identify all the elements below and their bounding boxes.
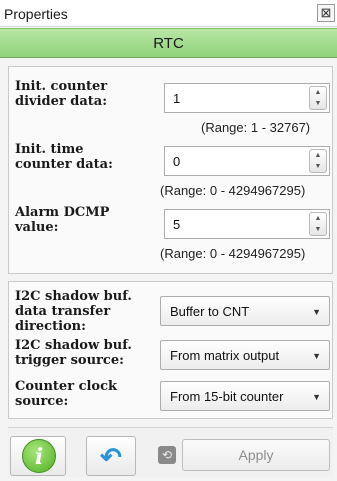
spin-down-icon[interactable]: ▼ — [310, 161, 326, 172]
init-time-counter-spinbox[interactable]: 0 ▲ ▼ — [164, 146, 330, 176]
spin-buttons[interactable]: ▲ ▼ — [309, 149, 327, 173]
apply-button[interactable]: Apply — [182, 439, 330, 471]
alarm-dcmp-value: 5 — [173, 217, 181, 232]
undo-button[interactable]: ↶ — [86, 436, 136, 476]
counter-settings-section: Init. counter divider data: 1 ▲ ▼ (Range:… — [8, 66, 333, 274]
init-counter-divider-value: 1 — [173, 91, 181, 106]
alarm-dcmp-label: Alarm DCMP value: — [15, 205, 110, 235]
i2c-transfer-direction-label: I2C shadow buf. data transfer direction: — [15, 289, 132, 334]
alarm-dcmp-spinbox[interactable]: 5 ▲ ▼ — [164, 209, 330, 239]
i2c-trigger-source-dropdown[interactable]: From matrix output ▼ — [160, 340, 330, 370]
spin-buttons[interactable]: ▲ ▼ — [309, 86, 327, 110]
component-name: RTC — [153, 35, 184, 52]
spin-buttons[interactable]: ▲ ▼ — [309, 212, 327, 236]
window-title: Properties — [4, 6, 68, 22]
spin-up-icon[interactable]: ▲ — [310, 213, 326, 224]
init-counter-divider-label: Init. counter divider data: — [15, 79, 108, 109]
info-icon: i — [22, 439, 56, 473]
chevron-down-icon[interactable]: ▼ — [312, 307, 321, 317]
init-counter-divider-spinbox[interactable]: 1 ▲ ▼ — [164, 83, 330, 113]
close-button[interactable]: ⊠ — [317, 4, 335, 22]
info-button[interactable]: i — [10, 436, 66, 476]
i2c-trigger-source-value: From matrix output — [170, 348, 280, 363]
spin-down-icon[interactable]: ▼ — [310, 224, 326, 235]
init-time-counter-range: (Range: 0 - 4294967295) — [160, 183, 306, 198]
counter-clock-source-dropdown[interactable]: From 15-bit counter ▼ — [160, 381, 330, 411]
counter-clock-source-label: Counter clock source: — [15, 379, 118, 409]
shadow-buffer-section: I2C shadow buf. data transfer direction: B… — [8, 281, 333, 419]
spin-down-icon[interactable]: ▼ — [310, 98, 326, 109]
init-time-counter-value: 0 — [173, 154, 181, 169]
properties-panel: Properties ⊠ RTC Init. counter divider da… — [0, 0, 337, 481]
spin-up-icon[interactable]: ▲ — [310, 150, 326, 161]
restore-icon[interactable]: ⟲ — [158, 446, 176, 464]
component-header: RTC — [0, 28, 337, 58]
undo-icon: ↶ — [100, 442, 122, 472]
i2c-transfer-direction-dropdown[interactable]: Buffer to CNT ▼ — [160, 296, 330, 326]
spin-up-icon[interactable]: ▲ — [310, 87, 326, 98]
init-time-counter-label: Init. time counter data: — [15, 142, 113, 172]
chevron-down-icon[interactable]: ▼ — [312, 351, 321, 361]
alarm-dcmp-range: (Range: 0 - 4294967295) — [160, 246, 306, 261]
counter-clock-source-value: From 15-bit counter — [170, 389, 284, 404]
i2c-transfer-direction-value: Buffer to CNT — [170, 304, 250, 319]
footer-toolbar: i ↶ ⟲ Apply — [8, 427, 333, 477]
chevron-down-icon[interactable]: ▼ — [312, 392, 321, 402]
init-counter-divider-range: (Range: 1 - 32767) — [201, 120, 311, 135]
i2c-trigger-source-label: I2C shadow buf. trigger source: — [15, 338, 132, 368]
titlebar: Properties ⊠ — [0, 0, 337, 27]
